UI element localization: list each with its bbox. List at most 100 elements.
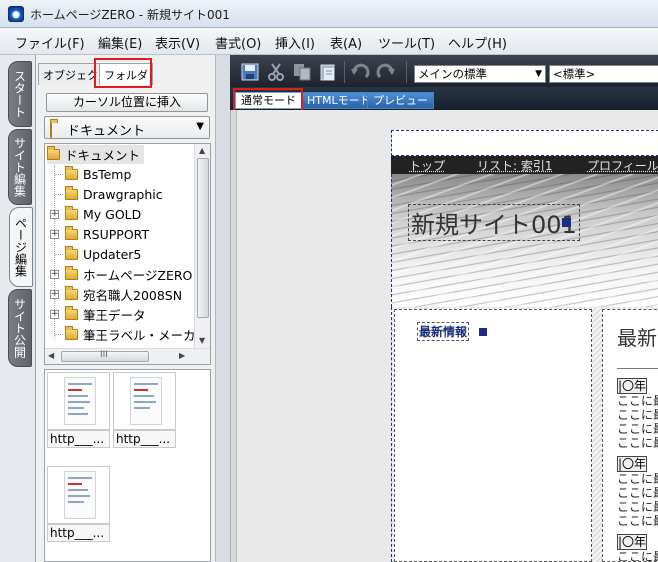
main-column[interactable]: 最新 |〇年 ここに最 ここに最 ここに最 ここに最 |〇年 ここに最 ここに最… xyxy=(602,309,658,562)
paragraph-marker-icon xyxy=(479,328,487,336)
style-select[interactable]: メインの標準 ▼ xyxy=(414,65,546,83)
format-select-value: <標準> xyxy=(553,67,595,81)
vtab-page-edit[interactable]: ページ編集 xyxy=(9,207,33,287)
tab-html-mode[interactable]: HTMLモード xyxy=(301,92,377,109)
scroll-down-icon[interactable]: ▼ xyxy=(199,336,205,345)
content-area: 最新情報 最新 |〇年 ここに最 ここに最 ここに最 ここに最 |〇年 ここに最… xyxy=(391,307,658,562)
expand-icon[interactable]: + xyxy=(50,290,59,299)
tree-vertical-scrollbar[interactable]: ▲ ▼ xyxy=(194,144,210,349)
entry-line[interactable]: ここに最 xyxy=(617,436,658,450)
nav-item-profile[interactable]: プロフィール xyxy=(587,157,658,174)
scroll-thumb[interactable] xyxy=(197,158,209,318)
menu-tools[interactable]: ツール(T) xyxy=(378,33,435,52)
undo-icon[interactable] xyxy=(350,63,370,81)
tree-item-label: My GOLD xyxy=(83,207,141,222)
tree-item[interactable]: 筆王データ xyxy=(65,305,146,324)
menu-file[interactable]: ファイル(F) xyxy=(15,33,85,52)
expand-icon[interactable]: + xyxy=(50,310,59,319)
folder-icon xyxy=(65,169,78,180)
sidebar-column[interactable]: 最新情報 xyxy=(394,309,592,562)
expand-icon[interactable]: + xyxy=(50,270,59,279)
menu-table[interactable]: 表(A) xyxy=(330,33,362,52)
entry-line[interactable]: ここに最 xyxy=(617,472,658,486)
tree-connector xyxy=(55,334,63,335)
tab-preview[interactable]: プレビュー xyxy=(367,92,434,109)
menu-edit[interactable]: 編集(E) xyxy=(98,33,142,52)
folder-tree: ドキュメント BsTemp Drawgraphic + My GOLD + RS… xyxy=(44,143,211,365)
entry-line[interactable]: ここに最 xyxy=(617,408,658,422)
tree-connector xyxy=(55,194,63,195)
thumbnail-image xyxy=(64,471,96,519)
save-icon[interactable] xyxy=(240,63,260,81)
tree-item[interactable]: 宛名職人2008SN xyxy=(65,285,182,304)
tree-item[interactable]: My GOLD xyxy=(65,205,141,224)
tree-item-label: Updater5 xyxy=(83,247,141,262)
folder-select-value: ドキュメント xyxy=(67,120,145,139)
nav-item-top[interactable]: トップ xyxy=(409,157,445,174)
expand-icon[interactable]: + xyxy=(50,210,59,219)
vtab-start[interactable]: スタート xyxy=(8,61,32,127)
folder-icon xyxy=(65,329,78,340)
scroll-right-icon[interactable]: ▶ xyxy=(179,351,185,360)
dropdown-arrow-icon: ▼ xyxy=(196,121,204,132)
thumbnail-label[interactable]: http___... xyxy=(47,430,110,448)
scroll-left-icon[interactable]: ◀ xyxy=(48,351,54,360)
folder-icon xyxy=(65,249,78,260)
thumbnail-label[interactable]: http___... xyxy=(113,430,176,448)
entry-date[interactable]: |〇年 xyxy=(617,378,647,394)
tree-root[interactable]: ドキュメント xyxy=(47,145,144,164)
menu-bar: ファイル(F) 編集(E) 表示(V) 書式(O) 挿入(I) 表(A) ツール… xyxy=(0,28,658,55)
entry-line[interactable]: ここに最 xyxy=(617,486,658,500)
vtab-site-edit[interactable]: サイト編集 xyxy=(8,129,32,205)
global-nav: トップ リスト: 索引1 プロフィール xyxy=(391,156,658,174)
folder-icon xyxy=(65,189,78,200)
page-thumbnail[interactable] xyxy=(113,372,176,430)
vtab-site-publish[interactable]: サイト公開 xyxy=(8,289,32,367)
page-header-strip[interactable] xyxy=(391,130,658,156)
entry-date[interactable]: |〇年 xyxy=(617,534,647,550)
scroll-thumb[interactable]: III xyxy=(61,351,149,362)
cut-icon[interactable] xyxy=(266,63,286,81)
menu-insert[interactable]: 挿入(I) xyxy=(275,33,315,52)
entry-line[interactable]: ここに最 xyxy=(617,422,658,436)
tree-item[interactable]: 筆王ラベル・メーカ xyxy=(65,325,196,344)
folder-icon xyxy=(47,149,60,160)
entry-line[interactable]: ここに最 xyxy=(617,500,658,514)
entry-line[interactable]: ここに最 xyxy=(617,550,658,562)
tree-item[interactable]: RSUPPORT xyxy=(65,225,149,244)
expand-icon[interactable]: + xyxy=(50,230,59,239)
folder-icon xyxy=(65,309,78,320)
thumbnail-label[interactable]: http___... xyxy=(47,524,110,542)
scroll-up-icon[interactable]: ▲ xyxy=(199,146,205,155)
entry-date[interactable]: |〇年 xyxy=(617,456,647,472)
entry-line[interactable]: ここに最 xyxy=(617,394,658,408)
nav-item-list[interactable]: リスト: 索引1 xyxy=(477,157,553,174)
menu-help[interactable]: ヘルプ(H) xyxy=(448,33,507,52)
redo-icon[interactable] xyxy=(376,63,396,81)
main-title[interactable]: 最新 xyxy=(617,322,657,351)
copy-icon[interactable] xyxy=(292,63,312,81)
tree-item[interactable]: Updater5 xyxy=(65,245,141,264)
tree-item-label: ホームページZERO xyxy=(83,265,192,284)
folder-icon xyxy=(65,229,78,240)
insert-at-cursor-button[interactable]: カーソル位置に挿入 xyxy=(46,93,208,112)
sidebar-title[interactable]: 最新情報 xyxy=(417,322,469,341)
entry-line[interactable]: ここに最 xyxy=(617,514,658,528)
page-thumbnail[interactable] xyxy=(47,372,110,430)
app-icon xyxy=(8,6,24,22)
folder-select[interactable]: ドキュメント ▼ xyxy=(44,116,210,139)
format-select[interactable]: <標準> xyxy=(549,65,658,83)
design-canvas[interactable]: トップ リスト: 索引1 プロフィール 新規サイト001 最新情報 最新 |〇年… xyxy=(230,110,658,562)
header-banner[interactable]: 新規サイト001 xyxy=(391,174,658,307)
title-bar: ホームページZERO - 新規サイト001 xyxy=(0,0,658,28)
menu-format[interactable]: 書式(O) xyxy=(215,33,261,52)
tree-item[interactable]: ホームページZERO xyxy=(65,265,192,284)
paste-icon[interactable] xyxy=(318,63,338,81)
menu-view[interactable]: 表示(V) xyxy=(155,33,200,52)
tree-item[interactable]: Drawgraphic xyxy=(65,185,163,204)
tree-horizontal-scrollbar[interactable]: ◀ III ▶ xyxy=(45,348,211,364)
tree-item[interactable]: BsTemp xyxy=(65,165,131,184)
folder-icon xyxy=(65,269,78,280)
site-title[interactable]: 新規サイト001 xyxy=(408,204,580,241)
page-thumbnail[interactable] xyxy=(47,466,110,524)
